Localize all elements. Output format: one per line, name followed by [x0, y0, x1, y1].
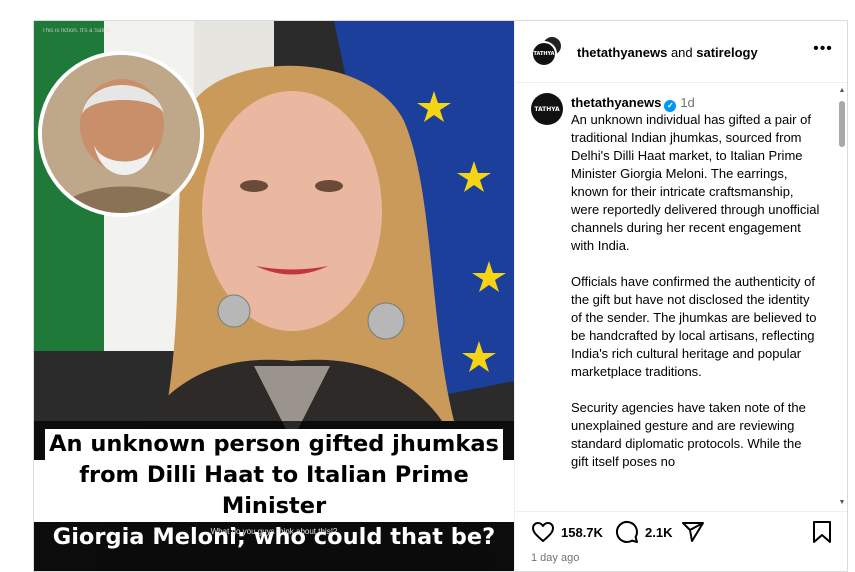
more-options-button[interactable]: •••	[811, 41, 835, 61]
header-joiner: and	[670, 45, 693, 60]
caption-scroll-area[interactable]: TATHYA thetathyanews ✓ 1d An unknown indiv…	[515, 83, 847, 511]
caption-paragraph: An unknown individual has gifted a pair …	[571, 112, 820, 253]
save-button[interactable]	[811, 520, 833, 544]
caption-paragraph: Security agencies have taken note of the…	[571, 400, 806, 469]
post-sidebar: TATHYA thetathyanews and satirelogy ••• …	[514, 21, 847, 571]
comment-count[interactable]: 2.1K	[645, 525, 672, 540]
caption-username-link[interactable]: thetathyanews	[571, 95, 661, 110]
account-avatar[interactable]: TATHYA	[531, 41, 557, 67]
header-collaborator-link[interactable]: satirelogy	[696, 45, 757, 60]
satire-disclaimer: This is fiction. It's a Satire.	[42, 28, 112, 34]
heart-icon	[532, 522, 554, 542]
headline-line: An unknown person gifted jhumkas	[45, 429, 503, 460]
post-time-ago[interactable]: 1 day ago	[531, 552, 579, 564]
header-account-link[interactable]: thetathyanews	[577, 45, 667, 60]
bookmark-icon	[813, 521, 831, 543]
post-modal: This is fiction. It's a Satire. An unkno…	[33, 20, 848, 572]
caption-avatar[interactable]: TATHYA	[531, 93, 563, 125]
comment-button[interactable]: 2.1K	[615, 520, 672, 544]
share-icon	[682, 522, 704, 542]
post-header: TATHYA thetathyanews and satirelogy •••	[515, 21, 847, 83]
caption-timestamp[interactable]: 1d	[680, 95, 694, 110]
caption-text: An unknown individual has gifted a pair …	[571, 111, 821, 489]
like-button[interactable]: 158.7K	[531, 520, 603, 544]
like-count[interactable]: 158.7K	[561, 525, 603, 540]
caption-paragraph: Officials have confirmed the authenticit…	[571, 274, 817, 379]
header-usernames: thetathyanews and satirelogy	[577, 45, 758, 60]
scroll-down-arrow-icon[interactable]: ▼	[838, 499, 846, 507]
scrollbar-thumb[interactable]	[839, 101, 845, 147]
headline-line: from Dilli Haat to Italian Prime Ministe…	[34, 460, 514, 522]
inset-portrait-illustration	[42, 55, 200, 213]
caption-scrollbar[interactable]: ▲ ▼	[838, 87, 846, 507]
post-image[interactable]: This is fiction. It's a Satire. An unkno…	[34, 21, 514, 571]
share-button[interactable]	[681, 520, 705, 544]
comment-icon	[615, 520, 638, 543]
caption-header: thetathyanews ✓ 1d	[571, 95, 695, 112]
inset-portrait	[38, 51, 204, 217]
post-actions-bar: 158.7K 2.1K 1 day ago	[515, 511, 847, 571]
scroll-up-arrow-icon[interactable]: ▲	[838, 87, 846, 95]
image-subline: What do you guys think about this!?	[210, 527, 338, 536]
